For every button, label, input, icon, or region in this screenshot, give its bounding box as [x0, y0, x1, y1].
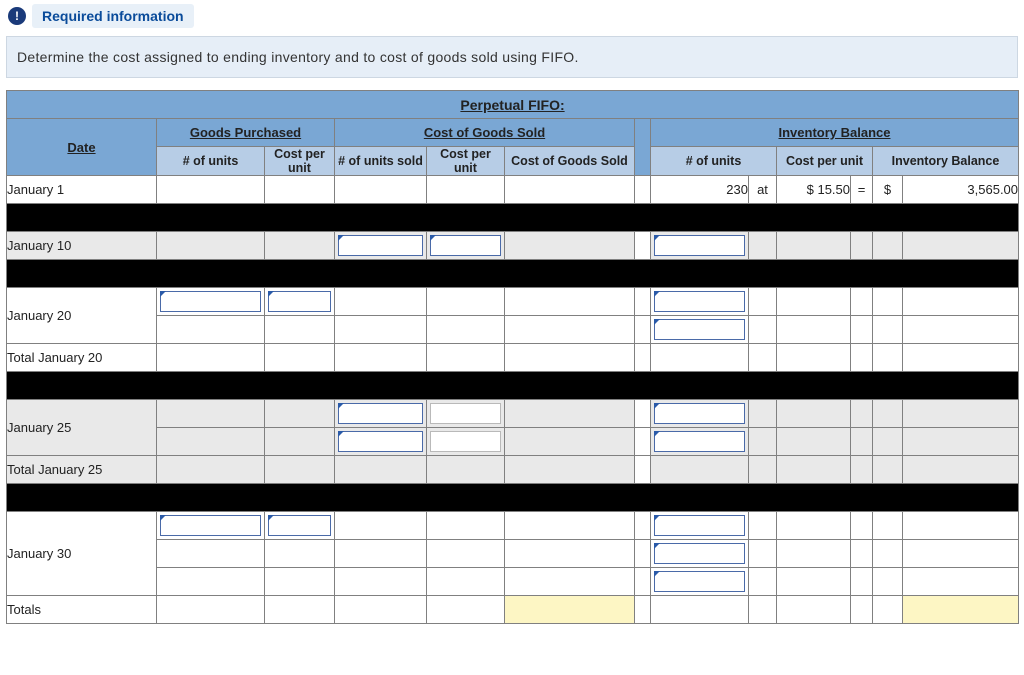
jan10-ib-units-input[interactable] [654, 235, 745, 256]
totals-cogs-cell [505, 596, 635, 624]
date-total-jan20: Total January 20 [7, 344, 157, 372]
date-jan25: January 25 [7, 400, 157, 456]
jan20-gp-cpu-input[interactable] [268, 291, 331, 312]
jan30-ib-units-c-input[interactable] [654, 571, 745, 592]
required-information-bar: ! Required information [0, 0, 1024, 36]
jan25-ib-units-a-input[interactable] [654, 403, 745, 424]
info-icon: ! [8, 7, 26, 25]
question-prompt: Determine the cost assigned to ending in… [6, 36, 1018, 78]
header-inventory-balance: Inventory Balance [651, 119, 1019, 147]
jan1-ib-eq: = [851, 176, 873, 204]
jan30-ib-units-a-input[interactable] [654, 515, 745, 536]
row-jan20-a: January 20 [7, 288, 1019, 316]
row-total-jan20: Total January 20 [7, 344, 1019, 372]
totals-inventory-balance-cell [903, 596, 1019, 624]
table-title: Perpetual FIFO: [7, 91, 1019, 119]
row-jan30-b [7, 540, 1019, 568]
jan1-ib-units: 230 [651, 176, 749, 204]
header-ib-units: # of units [651, 147, 777, 176]
row-totals: Totals [7, 596, 1019, 624]
row-jan30-a: January 30 [7, 512, 1019, 540]
header-gp-cpu: Cost per unit [265, 147, 335, 176]
jan10-cpu-sold-input[interactable] [430, 235, 501, 256]
jan20-ib-units-a-input[interactable] [654, 291, 745, 312]
header-cogs-val: Cost of Goods Sold [505, 147, 635, 176]
header-cogs: Cost of Goods Sold [335, 119, 635, 147]
date-jan1: January 1 [7, 176, 157, 204]
jan1-ib-sym: $ [873, 176, 903, 204]
row-jan25-b [7, 428, 1019, 456]
date-jan30: January 30 [7, 512, 157, 596]
fifo-table: Perpetual FIFO: Date Goods Purchased Cos… [6, 90, 1019, 624]
header-units-sold: # of units sold [335, 147, 427, 176]
jan20-gp-units-input[interactable] [160, 291, 261, 312]
jan25-cpu-sold-a-input[interactable] [430, 403, 501, 424]
jan20-ib-units-b-input[interactable] [654, 319, 745, 340]
date-total-jan25: Total January 25 [7, 456, 157, 484]
row-jan25-a: January 25 [7, 400, 1019, 428]
jan10-units-sold-input[interactable] [338, 235, 423, 256]
jan25-ib-units-b-input[interactable] [654, 431, 745, 452]
jan25-cpu-sold-b-input[interactable] [430, 431, 501, 452]
date-jan10: January 10 [7, 232, 157, 260]
header-ib-val: Inventory Balance [873, 147, 1019, 176]
jan25-units-sold-a-input[interactable] [338, 403, 423, 424]
date-totals: Totals [7, 596, 157, 624]
header-gap [635, 119, 651, 176]
header-ib-cpu: Cost per unit [777, 147, 873, 176]
header-date: Date [7, 119, 157, 176]
jan1-ib-val: 3,565.00 [903, 176, 1019, 204]
row-jan30-c [7, 568, 1019, 596]
header-gp-units: # of units [157, 147, 265, 176]
jan1-ib-cpu: $ 15.50 [777, 176, 851, 204]
date-jan20: January 20 [7, 288, 157, 344]
row-jan1: January 1 230 at $ 15.50 = $ 3,565.00 [7, 176, 1019, 204]
jan30-ib-units-b-input[interactable] [654, 543, 745, 564]
jan25-units-sold-b-input[interactable] [338, 431, 423, 452]
required-information-label: Required information [32, 4, 194, 28]
header-goods-purchased: Goods Purchased [157, 119, 335, 147]
jan1-ib-at: at [749, 176, 777, 204]
row-jan20-b [7, 316, 1019, 344]
row-jan10: January 10 [7, 232, 1019, 260]
row-total-jan25: Total January 25 [7, 456, 1019, 484]
jan30-gp-units-input[interactable] [160, 515, 261, 536]
header-cs-cpu: Cost per unit [427, 147, 505, 176]
jan30-gp-cpu-input[interactable] [268, 515, 331, 536]
